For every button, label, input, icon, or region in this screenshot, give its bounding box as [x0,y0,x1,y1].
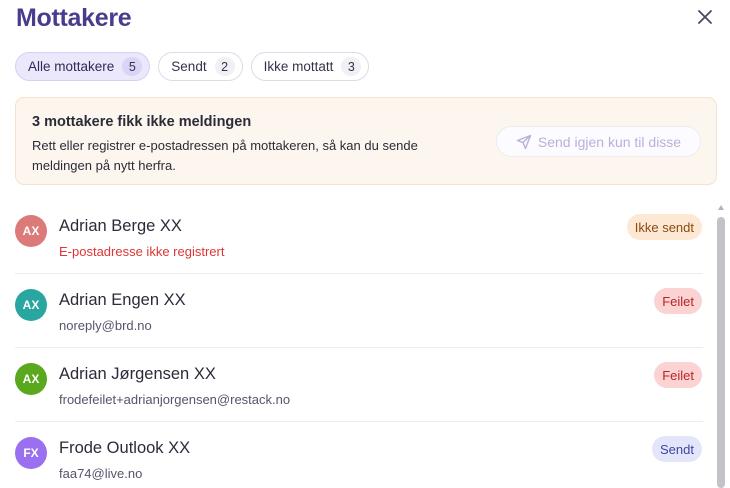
tab-not-received[interactable]: Ikke mottatt 3 [250,52,370,81]
scroll-thumb[interactable] [717,217,725,488]
recipient-email: frodefeilet+adrianjorgensen@restack.no [59,392,291,407]
banner-title: 3 mottakere fikk ikke meldingen [32,114,252,130]
resend-button[interactable]: Send igjen kun til disse [496,126,701,157]
tab-label: Alle mottakere [28,59,115,74]
status-badge: Ikke sendt [626,214,702,240]
list-item[interactable]: AX Adrian Jørgensen XX frodefeilet+adria… [15,348,703,422]
page-title: Mottakere [16,4,132,32]
recipient-email: noreply@brd.no [59,318,152,333]
recipient-name: Adrian Engen XX [59,291,186,309]
scrollbar[interactable] [716,205,726,488]
tab-count: 2 [214,57,235,76]
list-item[interactable]: AX Adrian Engen XX noreply@brd.no Feilet [15,274,703,348]
resend-label: Send igjen kun til disse [537,133,682,150]
recipient-email: faa74@live.no [59,466,143,481]
banner-text: Rett eller registrer e-postadressen på m… [32,138,418,173]
list-item[interactable]: FX Frode Outlook XX faa74@live.no Sendt [15,422,703,488]
tab-all-recipients[interactable]: Alle mottakere 5 [15,52,151,81]
status-badge: Feilet [654,288,702,314]
failure-banner: 3 mottakere fikk ikke meldingen Rett ell… [15,97,717,185]
status-badge: Feilet [654,362,702,388]
avatar: AX [15,215,47,247]
tab-label: Sendt [171,59,207,74]
tab-sent[interactable]: Sendt 2 [158,52,243,81]
tab-label: Ikke mottatt [263,59,334,74]
recipient-list: AX Adrian Berge XX E-postadresse ikke re… [15,200,703,488]
avatar: FX [15,437,47,469]
list-item[interactable]: AX Adrian Berge XX E-postadresse ikke re… [15,200,703,274]
scroll-up-icon[interactable] [718,205,724,210]
close-button[interactable] [694,6,716,28]
status-badge: Sendt [652,436,702,462]
send-icon [516,134,532,149]
recipient-name: Frode Outlook XX [59,439,191,457]
recipient-name: Adrian Jørgensen XX [59,365,216,383]
filter-tabs: Alle mottakere 5 Sendt 2 Ikke mottatt 3 [15,52,370,81]
recipient-detail: E-postadresse ikke registrert [59,244,225,259]
avatar: AX [15,363,47,395]
tab-count: 3 [341,57,362,76]
tab-count: 5 [122,57,143,76]
avatar: AX [15,289,47,321]
recipient-name: Adrian Berge XX [59,217,182,235]
close-icon [698,10,712,24]
